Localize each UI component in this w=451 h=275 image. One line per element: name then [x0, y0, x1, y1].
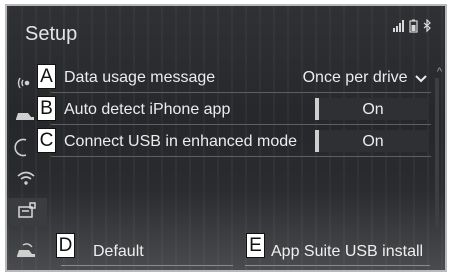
auto-detect-iphone-label: Auto detect iPhone app [64, 101, 231, 118]
wifi-icon[interactable] [14, 168, 38, 190]
connect-usb-enhanced-toggle[interactable]: On [315, 130, 427, 152]
battery-icon [409, 19, 418, 33]
status-bar [393, 19, 435, 33]
app-suite-usb-install-button[interactable]: App Suite USB install [245, 238, 435, 266]
phone-icon[interactable] [14, 136, 38, 158]
callout-e: E [246, 233, 265, 258]
callout-a: A [37, 64, 56, 89]
bluetooth-icon [423, 19, 431, 33]
signal-icon [393, 20, 404, 32]
screen: Setup ^ Data usage message Once per driv… [5, 4, 447, 272]
chevron-down-icon [415, 75, 427, 83]
connectivity-icon[interactable] [14, 72, 38, 94]
page-title: Setup [25, 23, 78, 45]
default-button-underline [61, 265, 233, 266]
scrollbar[interactable] [435, 78, 439, 228]
data-usage-message-value: Once per drive [302, 69, 408, 86]
connect-usb-enhanced-label: Connect USB in enhanced mode [64, 133, 298, 150]
callout-d: D [56, 233, 75, 258]
auto-detect-iphone-row[interactable]: Auto detect iPhone app On [51, 95, 431, 125]
callout-b: B [37, 96, 56, 121]
callout-c: C [37, 128, 56, 153]
scroll-up-icon[interactable]: ^ [437, 66, 442, 78]
connect-usb-enhanced-value: On [362, 133, 384, 150]
default-button[interactable]: Default [51, 238, 241, 266]
default-button-label: Default [93, 243, 144, 260]
apps-icon[interactable] [7, 198, 47, 226]
app-suite-usb-install-label: App Suite USB install [271, 243, 424, 260]
app-suite-button-underline [245, 265, 430, 266]
data-usage-message-label: Data usage message [64, 69, 216, 86]
connect-usb-enhanced-row[interactable]: Connect USB in enhanced mode On [51, 127, 431, 157]
data-usage-message-dropdown[interactable]: Once per drive [303, 69, 427, 87]
auto-detect-iphone-toggle[interactable]: On [315, 98, 427, 120]
car-settings-icon[interactable] [14, 240, 38, 262]
auto-detect-iphone-value: On [362, 101, 384, 118]
vehicle-icon[interactable] [14, 104, 38, 126]
data-usage-message-row[interactable]: Data usage message Once per drive [51, 63, 431, 93]
